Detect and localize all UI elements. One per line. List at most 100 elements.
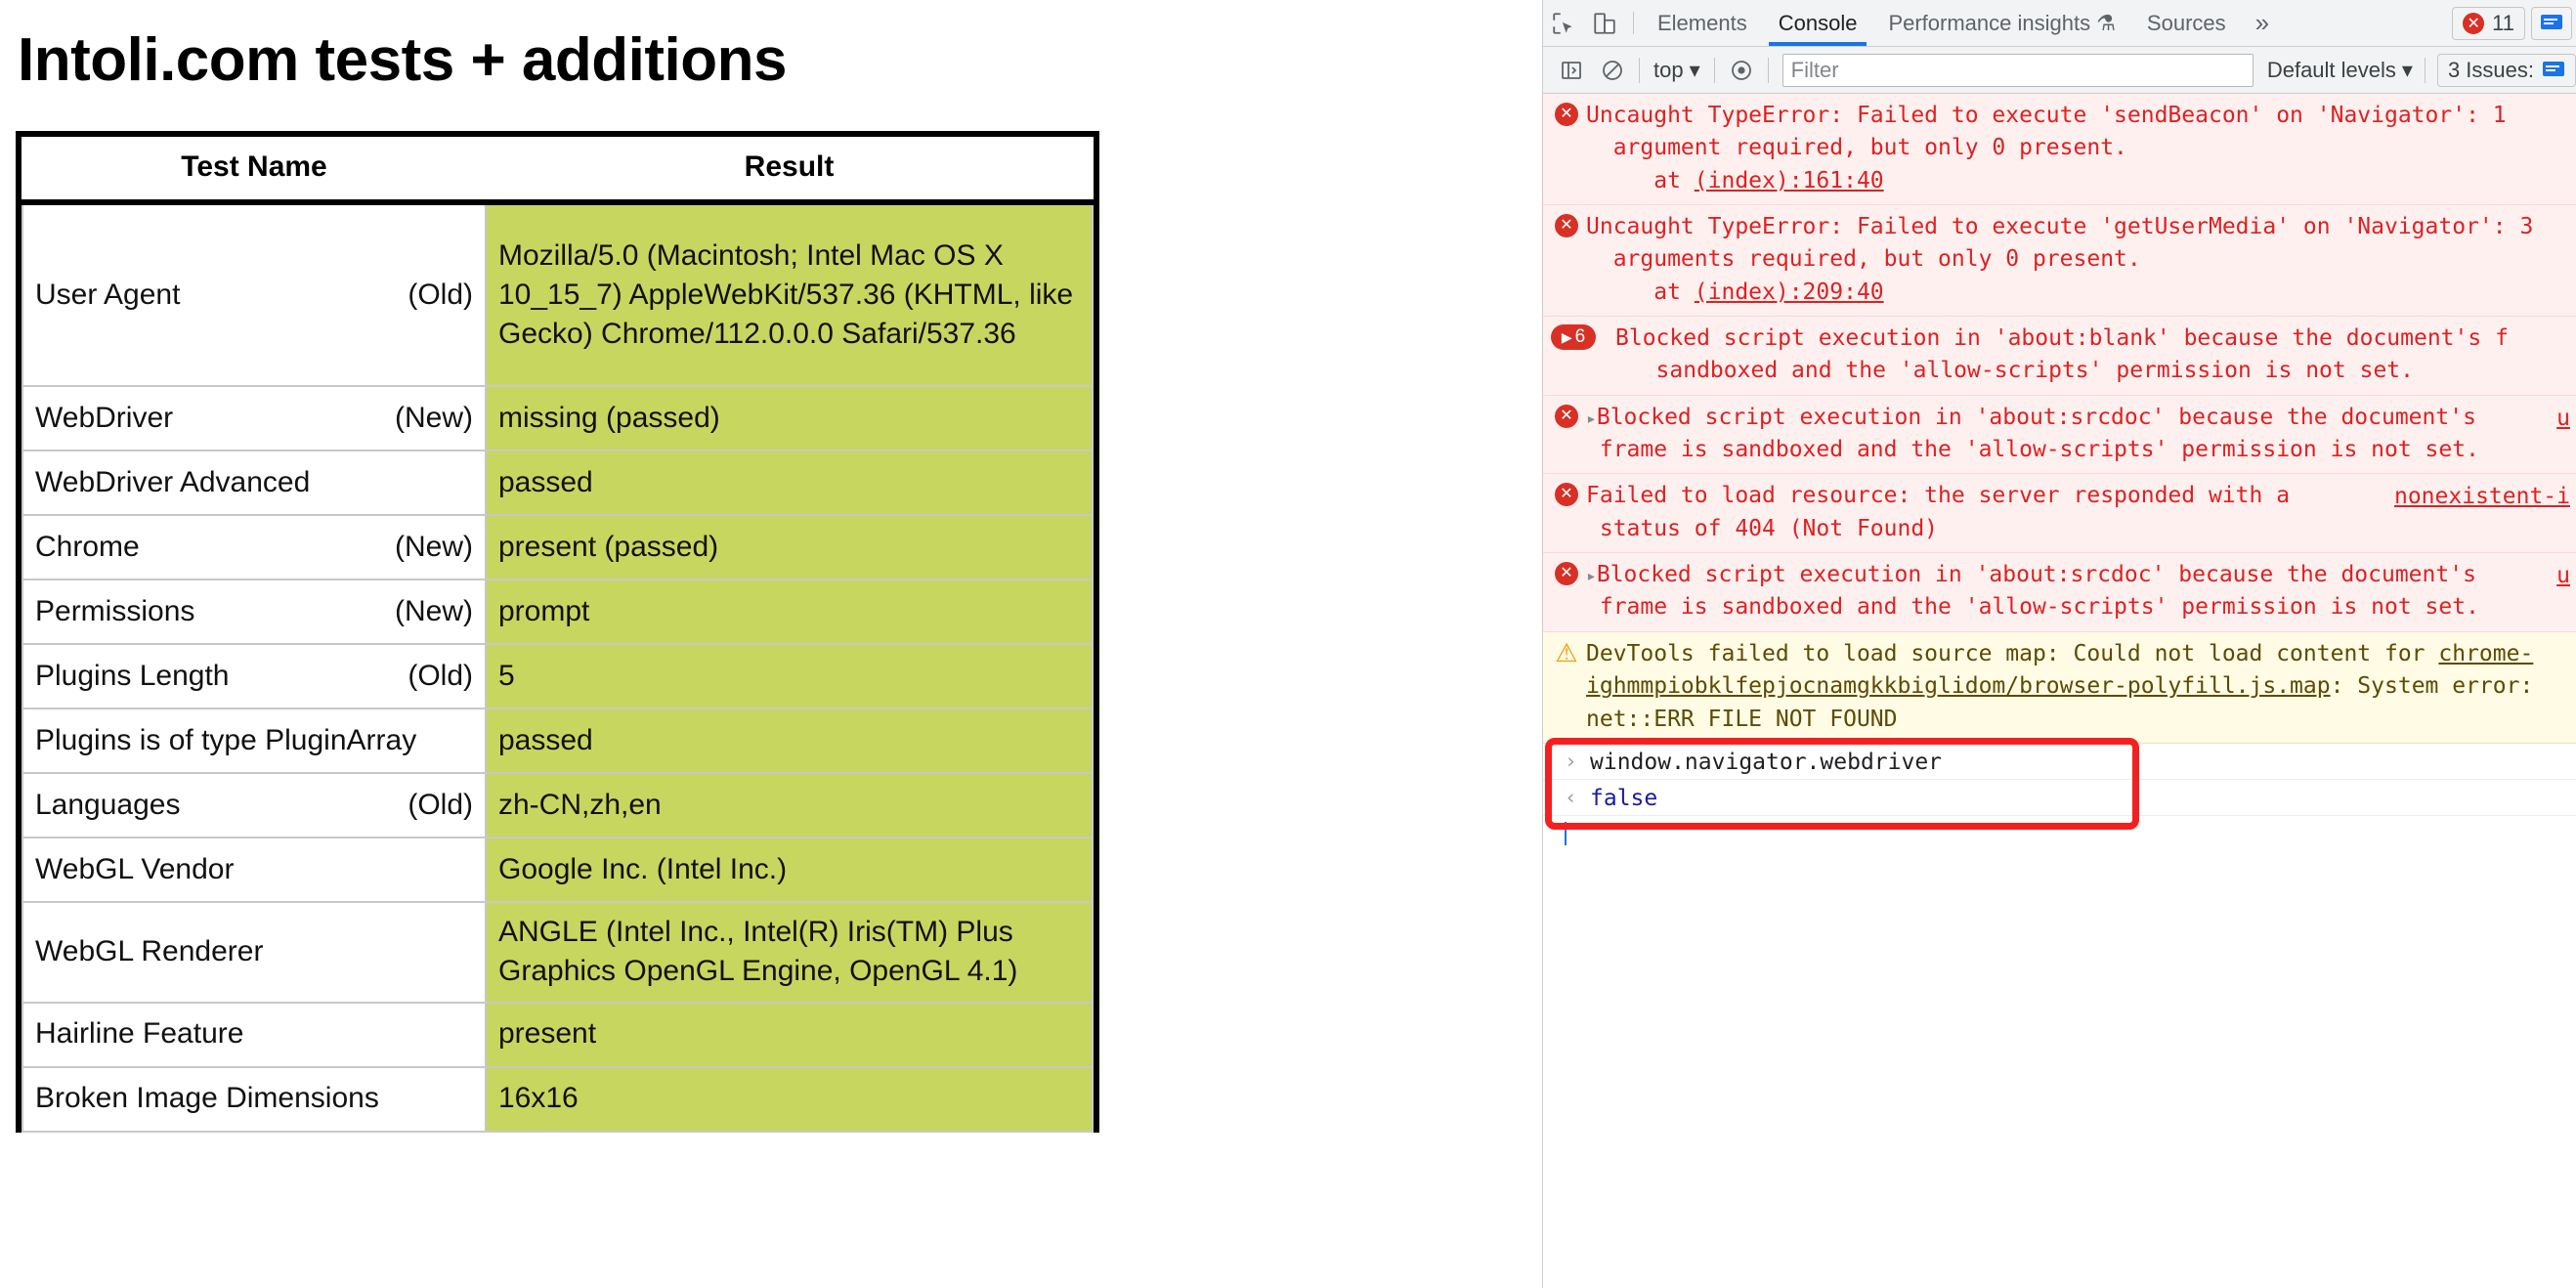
test-name-cell: Plugins Length (Old) bbox=[21, 643, 487, 710]
test-name-label: Plugins is of type PluginArray bbox=[35, 724, 417, 757]
source-link[interactable]: (index):161:40 bbox=[1695, 168, 1884, 193]
console-settings-eye-icon[interactable] bbox=[1721, 59, 1762, 82]
tab-console[interactable]: Console bbox=[1763, 0, 1873, 46]
tab-console-label: Console bbox=[1778, 10, 1858, 35]
clear-console-icon[interactable] bbox=[1592, 59, 1633, 82]
test-result-cell: missing (passed) bbox=[485, 385, 1094, 452]
test-name-cell: WebDriver (New) bbox=[21, 385, 487, 452]
table-row: WebGL Renderer ANGLE (Intel Inc., Intel(R… bbox=[21, 901, 1094, 1004]
test-result-cell: 5 bbox=[485, 643, 1094, 710]
console-message-text: Blocked script execution in 'about:srcdo… bbox=[1596, 562, 2479, 621]
test-name-cell: WebGL Vendor bbox=[21, 837, 487, 904]
console-message-text-tail: net::ERR FILE NOT FOUND bbox=[1586, 706, 1898, 732]
table-header-row: Test Name Result bbox=[22, 137, 1093, 206]
toolbar-divider-1 bbox=[1639, 57, 1640, 83]
console-toolbar: top ▾ Filter Default levels ▾ 3 Issues: bbox=[1543, 47, 2576, 94]
table-row: WebDriver Advanced passed bbox=[21, 450, 1094, 517]
error-count-label: 11 bbox=[2492, 11, 2514, 35]
console-new-input-line[interactable] bbox=[1543, 815, 2576, 851]
test-name-label: WebDriver bbox=[35, 402, 174, 435]
table-row: Permissions (New) prompt bbox=[21, 579, 1094, 646]
message-source-link[interactable]: u bbox=[2556, 560, 2570, 592]
test-result-cell: present bbox=[485, 1001, 1094, 1068]
tab-sources-label: Sources bbox=[2146, 10, 2226, 35]
console-message[interactable]: ⚠ DevTools failed to load source map: Cou… bbox=[1543, 631, 2576, 744]
console-input-line[interactable]: › window.navigator.webdriver bbox=[1543, 743, 2576, 780]
devtools-panel: Elements Console Performance insights ⚗ … bbox=[1542, 0, 2576, 1288]
expand-arrow-icon[interactable]: ▸ bbox=[1586, 566, 1597, 586]
test-name-label: Plugins Length bbox=[35, 660, 230, 693]
table-row: Hairline Feature present bbox=[21, 1001, 1094, 1068]
tab-performance-insights-label: Performance insights ⚗ bbox=[1888, 10, 2116, 35]
source-link[interactable]: chrome- bbox=[2438, 641, 2533, 666]
toolbar-divider-2 bbox=[1713, 57, 1715, 83]
error-circle-icon: ✕ bbox=[1555, 103, 1578, 126]
test-name-label: Hairline Feature bbox=[35, 1017, 244, 1051]
tab-sources[interactable]: Sources bbox=[2131, 0, 2242, 46]
source-link-continued[interactable]: ighmmpiobklfepjocnamgkkbiglidom/browser-… bbox=[1586, 673, 2331, 699]
test-name-cell: WebDriver Advanced bbox=[21, 450, 487, 517]
console-message-text: Failed to load resource: the server resp… bbox=[1586, 483, 2291, 541]
issues-blue-badge[interactable] bbox=[2531, 7, 2572, 40]
text-caret bbox=[1565, 821, 1567, 845]
error-circle-icon: ✕ bbox=[1555, 404, 1578, 428]
test-result-cell: 16x16 bbox=[485, 1065, 1094, 1133]
console-message-list: ✕ Uncaught TypeError: Failed to execute '… bbox=[1543, 94, 2576, 744]
error-circle-icon: ✕ bbox=[1555, 562, 1578, 586]
test-name-label: WebGL Vendor bbox=[35, 853, 235, 886]
console-message[interactable]: ▶ 6 Blocked script execution in 'about:bla… bbox=[1543, 317, 2576, 396]
test-name-label: User Agent bbox=[35, 279, 181, 312]
test-name-label: Languages bbox=[35, 789, 181, 822]
table-row: WebGL Vendor Google Inc. (Intel Inc.) bbox=[21, 837, 1094, 904]
response-chevron-icon: ‹ bbox=[1565, 785, 1577, 809]
more-tabs-icon[interactable]: » bbox=[2242, 0, 2283, 46]
console-message-text: DevTools failed to load source map: Coul… bbox=[1586, 640, 2439, 666]
page-title: Intoli.com tests + additions bbox=[18, 26, 787, 94]
inspect-element-icon[interactable] bbox=[1543, 0, 1584, 46]
execution-context-selector[interactable]: top ▾ bbox=[1646, 58, 1708, 83]
issues-counter-label: 3 Issues: bbox=[2447, 57, 2534, 82]
warning-triangle-icon: ⚠ bbox=[1555, 637, 1578, 667]
issues-counter-button[interactable]: 3 Issues: bbox=[2436, 53, 2576, 87]
device-toolbar-icon[interactable] bbox=[1584, 0, 1625, 46]
message-source-link[interactable]: nonexistent-i bbox=[2394, 481, 2570, 513]
tab-elements-label: Elements bbox=[1657, 10, 1747, 35]
toolbar-divider-4 bbox=[2424, 57, 2426, 83]
console-message[interactable]: ✕ ▸Blocked script execution in 'about:src… bbox=[1543, 553, 2576, 632]
table-row: Plugins Length (Old) 5 bbox=[21, 643, 1094, 710]
test-name-cell: Broken Image Dimensions bbox=[21, 1065, 487, 1133]
test-result-cell: passed bbox=[485, 450, 1094, 517]
console-message[interactable]: ✕ Uncaught TypeError: Failed to execute '… bbox=[1543, 205, 2576, 318]
chevron-down-icon: ▾ bbox=[1689, 57, 1700, 82]
console-message[interactable]: ✕ Failed to load resource: the server res… bbox=[1543, 474, 2576, 554]
error-count-badge[interactable]: ✕ 11 bbox=[2452, 7, 2525, 40]
column-header-result: Result bbox=[486, 137, 1093, 206]
expand-arrow-icon[interactable]: ▸ bbox=[1586, 408, 1597, 429]
console-message-text: Blocked script execution in 'about:blank… bbox=[1615, 325, 2509, 384]
log-levels-selector[interactable]: Default levels ▾ bbox=[2261, 58, 2419, 83]
console-message[interactable]: ✕ Uncaught TypeError: Failed to execute '… bbox=[1543, 94, 2576, 206]
test-name-label: WebGL Renderer bbox=[35, 935, 264, 968]
test-result-cell: prompt bbox=[485, 579, 1094, 646]
tests-table: Test Name Result User Agent (Old) Mozilla/… bbox=[21, 137, 1094, 1133]
message-source-link[interactable]: u bbox=[2556, 403, 2570, 435]
console-message[interactable]: ✕ ▸Blocked script execution in 'about:src… bbox=[1543, 395, 2576, 475]
filter-input[interactable]: Filter bbox=[1782, 53, 2254, 87]
tab-elements[interactable]: Elements bbox=[1642, 0, 1763, 46]
test-name-cell: Hairline Feature bbox=[21, 1001, 487, 1068]
tab-performance-insights[interactable]: Performance insights ⚗ bbox=[1872, 0, 2130, 46]
tabbar-divider bbox=[1633, 12, 1634, 34]
console-input-text: window.navigator.webdriver bbox=[1590, 749, 1943, 775]
toolbar-divider-3 bbox=[1767, 57, 1769, 83]
test-name-label: Chrome bbox=[35, 531, 140, 564]
console-output-line: ‹ false bbox=[1543, 779, 2576, 816]
filter-placeholder: Filter bbox=[1790, 57, 1839, 82]
screenshot-root: Intoli.com tests + additions Test Name R… bbox=[0, 0, 2576, 1288]
console-message-text: Blocked script execution in 'about:srcdo… bbox=[1596, 404, 2479, 463]
table-row: WebDriver (New) missing (passed) bbox=[21, 385, 1094, 452]
console-sidebar-toggle-icon[interactable] bbox=[1551, 59, 1592, 82]
table-row: User Agent (Old) Mozilla/5.0 (Macintosh; I… bbox=[21, 201, 1094, 388]
source-link[interactable]: (index):209:40 bbox=[1695, 279, 1884, 305]
test-name-cell: Permissions (New) bbox=[21, 579, 487, 646]
error-count-icon: ▶ 6 bbox=[1551, 324, 1596, 351]
